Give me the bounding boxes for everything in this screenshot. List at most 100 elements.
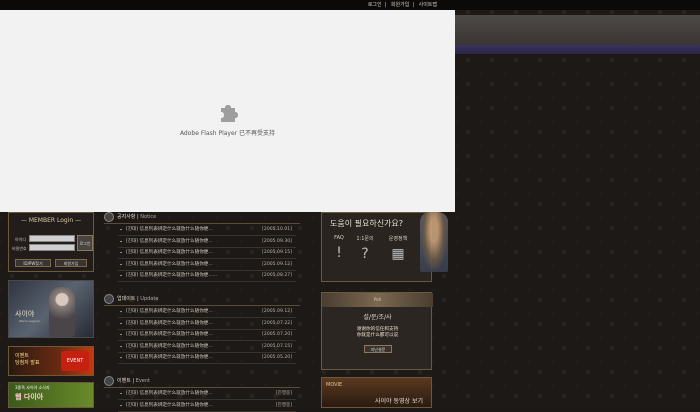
update-row-title[interactable]: [진대] 信息列表绑定什么就放什么随你便... <box>126 307 213 316</box>
bullet-icon <box>120 322 122 324</box>
faq-button[interactable]: FAQ ! <box>326 235 352 277</box>
event-row[interactable]: [진대] 信息列表绑定什么就放什么随你便... [진행중] <box>104 401 300 410</box>
update-row-title[interactable]: [진대] 信息列表绑定什么就放什么随你便... <box>126 353 213 362</box>
id-input[interactable] <box>29 235 75 242</box>
help-title: 도움이 필요하신가요? <box>330 219 404 228</box>
id-label: 아이디 <box>15 237 27 242</box>
login-title: — MEMBER Login — <box>20 217 82 224</box>
join-link[interactable]: 회원가입 <box>391 2 409 8</box>
survey-title: 설/문/조/사 <box>363 314 392 321</box>
notice-row-date: [2005.09.12] <box>262 261 292 267</box>
bullet-icon <box>120 229 122 230</box>
divider <box>104 387 300 388</box>
event-header[interactable]: 이벤트 | Event <box>104 375 150 387</box>
update-icon <box>104 293 114 304</box>
event-subtitle: Event <box>135 378 151 384</box>
event-banner-text: 이벤트 당첨자 발표 <box>15 353 40 366</box>
notice-row[interactable]: [진대] 信息列表绑定什么就放什么随你便...... [2005.08.27] <box>104 271 300 280</box>
notice-row[interactable]: [진대] 信息列表绑定什么就放什么随你便... [2005.09.30] <box>104 237 300 246</box>
update-row[interactable]: [진대] 信息列表绑定什么就放什么随你便... [2005.05.20] <box>104 353 300 362</box>
notice-row-date: [2005.09.30] <box>262 238 292 244</box>
bullet-icon <box>120 345 122 347</box>
login-box: — MEMBER Login — 아이디 비밀번호 로그인 ID/PW찾기 회원… <box>8 212 94 272</box>
update-subtitle: Update <box>140 296 159 302</box>
update-row-date: [2005.07.22] <box>262 320 292 326</box>
join-button[interactable]: 회원가입 <box>55 259 87 267</box>
bullet-icon <box>120 404 122 406</box>
update-row-title[interactable]: [진대] 信息列表绑定什么就放什么随你便... <box>126 330 213 339</box>
survey-cap: Poll <box>322 293 433 307</box>
movie-banner[interactable]: MOVIE 사이야 동영상 보기 <box>321 377 432 408</box>
faq-label: FAQ <box>334 235 344 241</box>
event-row-date: [진행중] <box>275 402 292 408</box>
event-badge: EVENT <box>61 351 89 371</box>
find-id-password-button[interactable]: ID/PW찾기 <box>15 259 51 267</box>
newsletter-banner[interactable]: 3종족 사이야 소식지 웹 다이아 <box>8 382 94 408</box>
update-row-date: [2005.09.12] <box>262 309 292 314</box>
top-bar <box>0 0 700 10</box>
notice-row-title[interactable]: [진대] 信息列表绑定什么就放什么随你便... <box>126 237 213 246</box>
policy-button[interactable]: 운영정책 ▦ <box>380 235 416 277</box>
help-panel: 도움이 필요하신가요? FAQ ! 1:1문의 ? 운영정책 ▦ <box>321 212 432 282</box>
survey-cap-label: Poll <box>374 297 381 302</box>
update-row[interactable]: [진대] 信息列表绑定什么就放什么随你便... [2005.09.12] <box>104 307 300 316</box>
warrior-illustration <box>420 212 448 272</box>
book-icon: ▦ <box>391 246 405 262</box>
game-logo: 사이야 <box>15 310 35 318</box>
event-row-title[interactable]: [진대] 信息列表绑定什么就放什么随你便... <box>126 389 213 398</box>
event-row[interactable]: [진대] 信息列表绑定什么就放什么随你便... [진행중] <box>104 389 300 398</box>
exclamation-icon: ! <box>336 245 342 261</box>
password-input[interactable] <box>29 244 75 251</box>
notice-row[interactable]: [진대] 信息列表绑定什么就放什么随你便... [2005.10.01] <box>104 225 300 234</box>
update-row[interactable]: [진대] 信息列表绑定什么就放什么随你便... [2005.07.22] <box>104 319 300 328</box>
flash-message: Adobe Flash Player 已不再受支持 <box>179 130 276 137</box>
puzzle-piece-icon <box>221 105 238 122</box>
survey-panel: Poll 설/문/조/사 谢谢你的信任和支持 你就是什么都可以说 지난설문 <box>321 292 433 370</box>
notice-subtitle: Notice <box>140 214 157 220</box>
header-nav-strip <box>455 45 700 54</box>
bullet-icon <box>120 240 122 242</box>
event-winner-banner[interactable]: 이벤트 당첨자 발표 EVENT <box>8 346 94 376</box>
character-banner[interactable]: 사이야 Warrs Legend <box>8 280 94 338</box>
row-divider <box>118 410 296 412</box>
update-row-title[interactable]: [진대] 信息列表绑定什么就放什么随你便... <box>126 319 213 328</box>
question-icon: ? <box>361 246 369 262</box>
sitemap-link[interactable]: 사이트맵 <box>419 2 437 8</box>
login-link[interactable]: 로그인 <box>368 2 382 8</box>
event-row-title[interactable]: [진대] 信息列表绑定什么就放什么随你便... <box>126 401 213 410</box>
update-row-date: [2005.05.20] <box>262 355 292 360</box>
login-button[interactable]: 로그인 <box>77 235 93 251</box>
update-row[interactable]: [진대] 信息列表绑定什么就放什么随你便... [2005.07.15] <box>104 342 300 351</box>
notice-row-title[interactable]: [진대] 信息列表绑定什么就放什么随你便... <box>126 225 213 234</box>
notice-row[interactable]: [진대] 信息列表绑定什么就放什么随你便... [2005.09.12] <box>104 260 300 269</box>
notice-row-title[interactable]: [진대] 信息列表绑定什么就放什么随你便... <box>126 260 213 269</box>
movie-title: 사이야 동영상 보기 <box>375 398 423 405</box>
row-divider <box>118 281 296 282</box>
bullet-icon <box>120 357 122 358</box>
divider <box>104 305 300 306</box>
update-header[interactable]: 업데이트 | Update <box>104 293 158 305</box>
bullet-icon <box>120 275 122 276</box>
game-logo-sub: Warrs Legend <box>19 319 40 323</box>
divider <box>104 223 300 224</box>
notice-row[interactable]: [진대] 信息列表绑定什么就放什么随你便... [2005.09.15] <box>104 248 300 257</box>
newsletter-small-text: 3종족 사이야 소식지 <box>15 385 50 390</box>
update-row-title[interactable]: [진대] 信息列表绑定什么就放什么随你便... <box>126 342 213 351</box>
event-icon <box>104 375 114 386</box>
bullet-icon <box>120 334 122 335</box>
event-row-date: [진행중] <box>275 391 292 396</box>
top-links: 로그인 | 회원가입 | 사이트맵 <box>367 2 437 8</box>
header-strip <box>455 15 700 45</box>
bullet-icon <box>120 393 122 394</box>
survey-question: 谢谢你的信任和支持 你就是什么都可以说 <box>356 327 399 338</box>
notice-row-date: [2005.08.27] <box>262 273 292 278</box>
notice-header[interactable]: 공지사항 | Notice <box>104 211 156 223</box>
notice-row-title[interactable]: [진대] 信息列表绑定什么就放什么随你便...... <box>126 271 217 280</box>
notice-row-date: [2005.09.15] <box>262 250 292 255</box>
past-survey-button[interactable]: 지난설문 <box>364 345 392 353</box>
row-divider <box>118 363 296 364</box>
flash-placeholder[interactable]: Adobe Flash Player 已不再受支持 <box>0 10 455 212</box>
notice-row-title[interactable]: [진대] 信息列表绑定什么就放什么随你便... <box>126 248 213 257</box>
update-row[interactable]: [진대] 信息列表绑定什么就放什么随你便... [2005.07.20] <box>104 330 300 339</box>
one-to-one-inquiry-button[interactable]: 1:1문의 ? <box>352 235 378 277</box>
